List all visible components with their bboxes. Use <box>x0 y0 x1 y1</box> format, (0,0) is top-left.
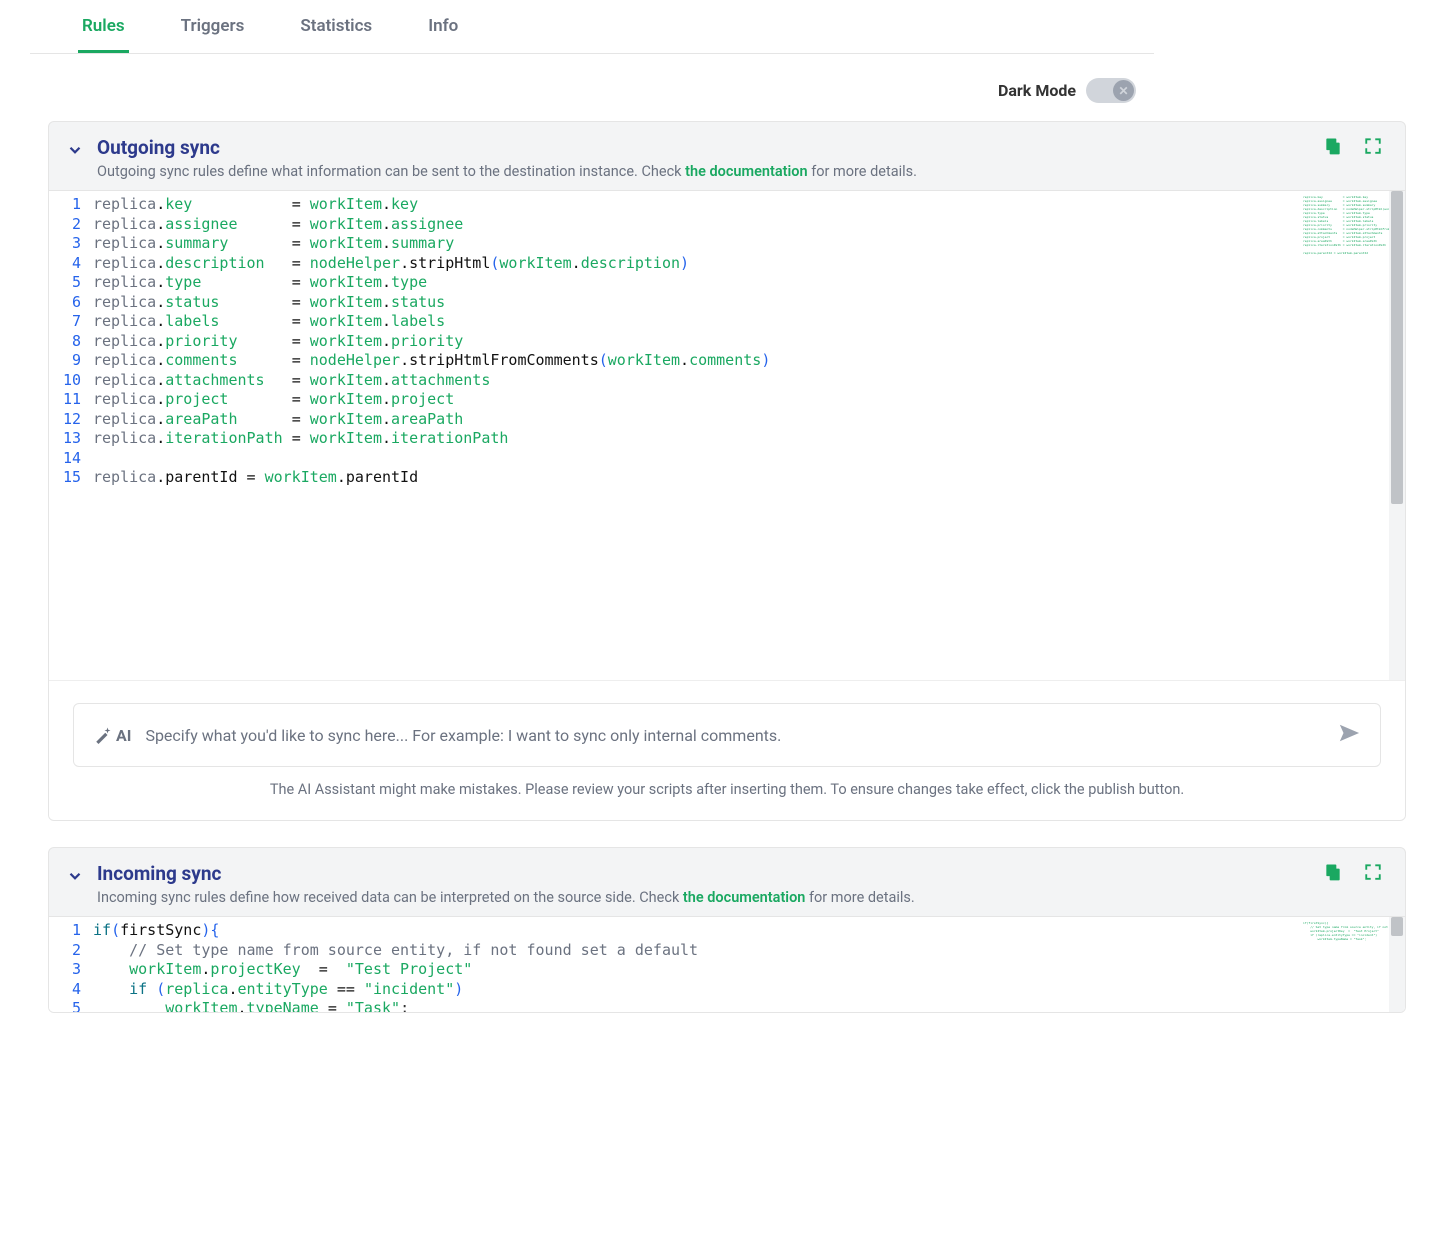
outgoing-editor[interactable]: 123456789101112131415 replica.key = work… <box>49 190 1405 680</box>
incoming-desc: Incoming sync rules define how received … <box>97 889 1311 906</box>
outgoing-desc: Outgoing sync rules define what informat… <box>97 163 1311 180</box>
incoming-editor[interactable]: 12345 if(firstSync){ // Set type name fr… <box>49 916 1405 1012</box>
minimap[interactable]: replica.key = workItem.key replica.assig… <box>1299 191 1389 680</box>
code-area[interactable]: replica.key = workItem.keyreplica.assign… <box>93 191 1299 680</box>
outgoing-title: Outgoing sync <box>97 136 1311 159</box>
outgoing-desc-suffix: for more details. <box>808 163 917 180</box>
ai-placeholder: Specify what you'd like to sync here... … <box>145 726 1324 745</box>
tab-rules[interactable]: Rules <box>78 0 129 53</box>
dark-mode-row: Dark Mode ✕ <box>0 74 1184 121</box>
line-gutter: 123456789101112131415 <box>49 191 93 680</box>
fullscreen-icon[interactable] <box>1363 136 1383 156</box>
incoming-doc-link[interactable]: the documentation <box>683 889 806 906</box>
dark-mode-label: Dark Mode <box>998 81 1076 100</box>
tab-triggers[interactable]: Triggers <box>177 0 249 53</box>
ai-note: The AI Assistant might make mistakes. Pl… <box>73 767 1381 806</box>
copy-icon[interactable] <box>1323 136 1343 156</box>
line-gutter: 12345 <box>49 917 93 1012</box>
fullscreen-icon[interactable] <box>1363 862 1383 882</box>
incoming-desc-suffix: for more details. <box>805 889 914 906</box>
copy-icon[interactable] <box>1323 862 1343 882</box>
chevron-down-icon[interactable] <box>65 140 85 160</box>
scrollbar[interactable] <box>1389 191 1405 680</box>
send-icon[interactable] <box>1338 722 1360 748</box>
outgoing-sync-panel: Outgoing sync Outgoing sync rules define… <box>48 121 1406 821</box>
ai-assist-row: AI Specify what you'd like to sync here.… <box>49 680 1405 820</box>
scrollbar[interactable] <box>1389 917 1405 1012</box>
outgoing-doc-link[interactable]: the documentation <box>685 163 808 180</box>
minimap[interactable]: if(firstSync){ // Set type name from sou… <box>1299 917 1389 1012</box>
dark-mode-toggle[interactable]: ✕ <box>1086 78 1136 103</box>
ai-input[interactable]: AI Specify what you'd like to sync here.… <box>73 703 1381 767</box>
tab-statistics[interactable]: Statistics <box>296 0 376 53</box>
tab-info[interactable]: Info <box>424 0 462 53</box>
outgoing-desc-prefix: Outgoing sync rules define what informat… <box>97 163 685 180</box>
code-area[interactable]: if(firstSync){ // Set type name from sou… <box>93 917 1299 1012</box>
ai-badge-text: AI <box>116 726 131 745</box>
chevron-down-icon[interactable] <box>65 866 85 886</box>
tab-bar: Rules Triggers Statistics Info <box>30 0 1154 54</box>
incoming-desc-prefix: Incoming sync rules define how received … <box>97 889 683 906</box>
incoming-sync-panel: Incoming sync Incoming sync rules define… <box>48 847 1406 1013</box>
ai-wand-icon: AI <box>94 726 131 745</box>
incoming-title: Incoming sync <box>97 862 1311 885</box>
